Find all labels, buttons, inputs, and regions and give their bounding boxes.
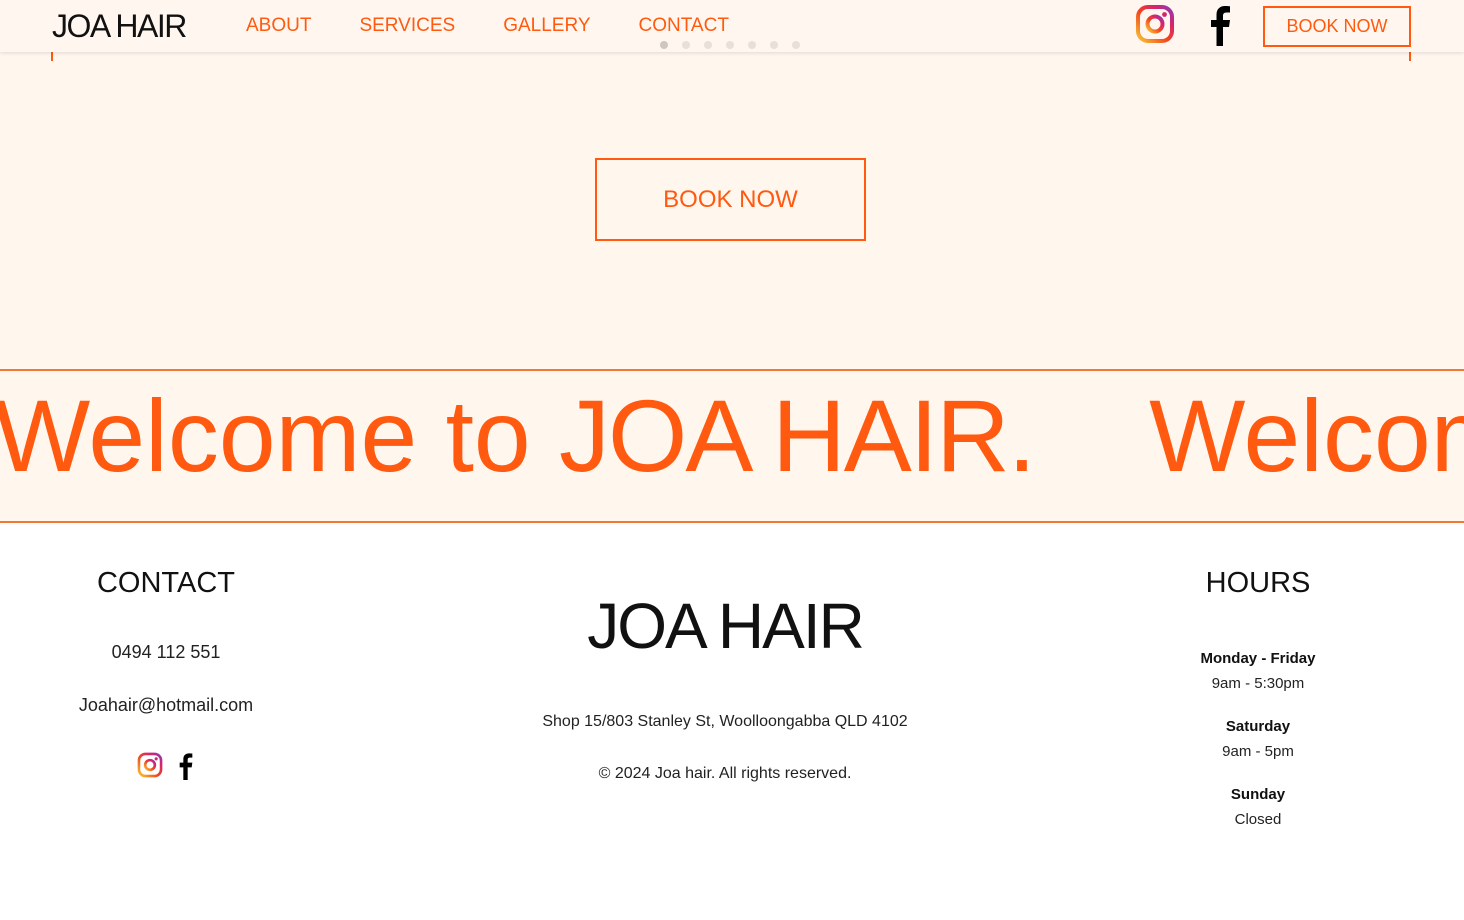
marquee-welcome-text: Welcome to <box>0 379 531 493</box>
footer-hours-column: HOURS Monday - Friday 9am - 5:30pm Satur… <box>1108 523 1408 828</box>
hours-row: Sunday Closed <box>1108 786 1408 828</box>
hours-day: Saturday <box>1225 718 1291 735</box>
welcome-marquee: Welcome to JOA HAIR. Welcome to JOA HAIR… <box>0 369 1464 523</box>
hours-time: 9am - 5pm <box>1222 743 1294 760</box>
footer-contact-column: CONTACT 0494 112 551 Joahair@hotmail.com <box>0 523 332 780</box>
frame-line-right <box>1409 52 1411 61</box>
marquee-segment: Welcome to JOA HAIR. <box>0 379 1036 493</box>
nav-gallery[interactable]: GALLERY <box>503 15 590 37</box>
header-logo[interactable]: JOA HAIR <box>52 9 187 43</box>
slider-dot[interactable] <box>770 41 778 49</box>
instagram-icon[interactable] <box>1135 4 1175 44</box>
footer-copyright: © 2024 Joa hair. All rights reserved. <box>598 765 852 782</box>
contact-heading: CONTACT <box>96 567 235 599</box>
hours-day: Sunday <box>1230 786 1286 803</box>
marquee-track: Welcome to JOA HAIR. Welcome to JOA HAIR… <box>0 381 1464 491</box>
marquee-segment: Welcome to JOA HAIR. <box>1149 381 1464 491</box>
slider-dot[interactable] <box>748 41 756 49</box>
nav-services[interactable]: SERVICES <box>359 15 455 37</box>
frame-line-left <box>51 52 53 61</box>
marquee-brand-text: JOA HAIR. <box>559 379 1036 493</box>
nav-contact[interactable]: CONTACT <box>639 15 729 37</box>
contact-email[interactable]: Joahair@hotmail.com <box>0 695 332 716</box>
facebook-icon[interactable] <box>1204 4 1234 46</box>
slider-dot[interactable] <box>792 41 800 49</box>
footer-address: Shop 15/803 Stanley St, Woolloongabba QL… <box>542 713 908 730</box>
footer-center-column: JOA HAIR Shop 15/803 Stanley St, Woolloo… <box>425 523 1025 783</box>
hours-row: Monday - Friday 9am - 5:30pm <box>1108 650 1408 692</box>
slider-dot[interactable] <box>660 41 668 49</box>
instagram-icon[interactable] <box>137 752 163 778</box>
marquee-welcome-text: Welcome to <box>1149 379 1464 493</box>
hours-row: Saturday 9am - 5pm <box>1108 718 1408 760</box>
hours-heading: HOURS <box>1205 567 1311 599</box>
hero-book-now-button[interactable]: BOOK NOW <box>595 158 866 241</box>
main-nav: ABOUT SERVICES GALLERY CONTACT <box>246 15 777 37</box>
hours-time: 9am - 5:30pm <box>1211 675 1305 692</box>
contact-phone[interactable]: 0494 112 551 <box>0 642 332 663</box>
footer-logo: JOA HAIR <box>587 590 865 662</box>
hours-day: Monday - Friday <box>1200 650 1316 667</box>
slider-dots <box>660 41 814 49</box>
slider-dot[interactable] <box>726 41 734 49</box>
site-header: JOA HAIR ABOUT SERVICES GALLERY CONTACT … <box>0 0 1464 52</box>
site-footer: CONTACT 0494 112 551 Joahair@hotmail.com <box>0 523 1464 920</box>
header-book-now-button[interactable]: BOOK NOW <box>1263 6 1411 47</box>
nav-about[interactable]: ABOUT <box>246 15 311 37</box>
slider-dot[interactable] <box>704 41 712 49</box>
facebook-icon[interactable] <box>175 752 195 780</box>
hours-time: Closed <box>1234 811 1282 828</box>
footer-social-links <box>0 752 332 780</box>
slider-dot[interactable] <box>682 41 690 49</box>
